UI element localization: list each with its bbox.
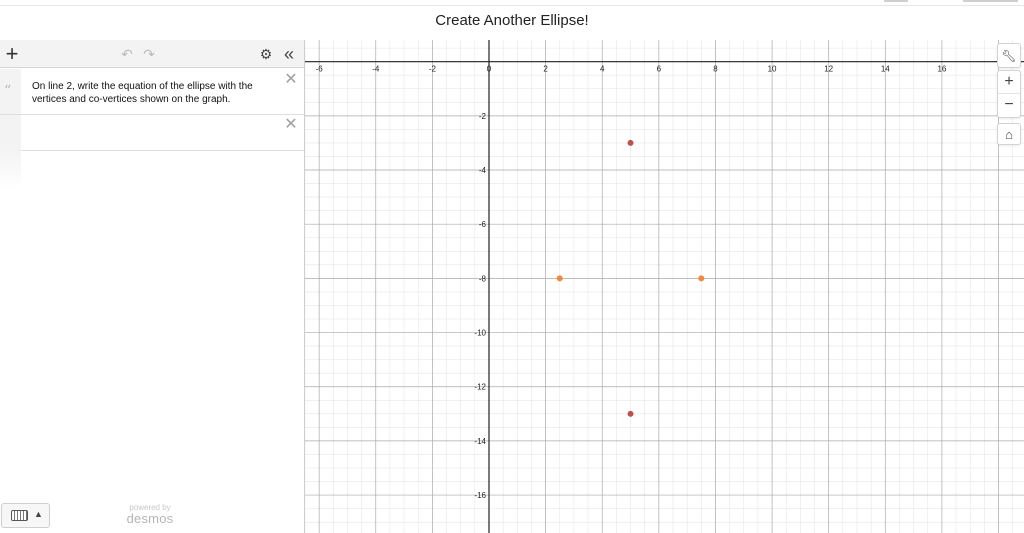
- top-menu-button[interactable]: [884, 0, 908, 2]
- note-quote-icon: “: [4, 83, 12, 99]
- note-text[interactable]: On line 2, write the equation of the ell…: [32, 80, 280, 106]
- expression-toolbar: + ↶ ↷ ⚙ «: [0, 40, 304, 68]
- axes: [305, 40, 1024, 533]
- top-account-button[interactable]: [963, 0, 1018, 2]
- plotted-point: [698, 275, 705, 282]
- x-tick-label: 4: [600, 65, 605, 74]
- desmos-logo[interactable]: desmos: [0, 511, 300, 526]
- x-tick-label: -4: [372, 65, 380, 74]
- desmos-page: { "header": { "title": "Create Another E…: [0, 0, 1024, 533]
- x-tick-label: 0: [487, 65, 492, 74]
- y-tick-label: -14: [474, 437, 486, 446]
- default-viewport-button[interactable]: ⌂: [997, 123, 1021, 145]
- x-tick-label: 14: [881, 65, 890, 74]
- zoom-controls: + −: [997, 70, 1021, 118]
- gutter-fade: [0, 150, 21, 190]
- x-tick-label: 12: [824, 65, 833, 74]
- x-tick-label: 2: [543, 65, 548, 74]
- settings-gear-icon[interactable]: ⚙: [256, 44, 276, 64]
- plotted-point: [556, 275, 563, 282]
- graph-title: Create Another Ellipse!: [435, 12, 589, 29]
- y-tick-label: -8: [479, 274, 487, 283]
- plotted-point: [627, 139, 634, 146]
- minor-gridlines: [305, 40, 1024, 533]
- collapse-panel-icon[interactable]: «: [278, 44, 300, 64]
- x-tick-label: 8: [713, 65, 718, 74]
- plotted-point: [627, 410, 634, 417]
- add-item-button[interactable]: +: [2, 43, 22, 65]
- y-tick-label: -2: [479, 112, 487, 121]
- y-tick-label: -16: [474, 491, 486, 500]
- undo-icon[interactable]: ↶: [118, 44, 136, 64]
- row-gutter: [0, 115, 21, 150]
- redo-icon[interactable]: ↷: [140, 44, 158, 64]
- zoom-in-button[interactable]: +: [998, 71, 1020, 93]
- expression-panel: + ↶ ↷ ⚙ « 1 “ On line 2, write the equat…: [0, 40, 305, 533]
- x-tick-label: 6: [657, 65, 662, 74]
- wrench-icon: 🔧︎: [1001, 49, 1017, 63]
- y-tick-label: -4: [479, 166, 487, 175]
- x-tick-label: -2: [429, 65, 437, 74]
- graph-settings-wrench-icon[interactable]: 🔧︎: [997, 43, 1021, 68]
- tick-labels: -6 -4 -2 0 2 4 6 8 10 12 14 16 -2 -4 -6 -8 -10 -12 -14 -16: [316, 65, 947, 500]
- graph-paper[interactable]: -6 -4 -2 0 2 4 6 8 10 12 14 16 -2 -4 -6 -8 -10 -12 -14 -16: [305, 40, 1024, 533]
- major-gridlines: [305, 40, 1024, 533]
- home-icon: ⌂: [1005, 127, 1013, 142]
- delete-row-icon[interactable]: ✕: [283, 117, 299, 133]
- delete-row-icon[interactable]: ✕: [283, 72, 299, 88]
- top-border: [0, 0, 1024, 6]
- x-tick-label: -6: [316, 65, 324, 74]
- y-tick-label: -10: [474, 329, 486, 338]
- y-tick-label: -6: [479, 220, 487, 229]
- expression-row-note[interactable]: 1 “ On line 2, write the equation of the…: [0, 69, 304, 115]
- expression-row-input[interactable]: 2 ✕: [0, 115, 304, 151]
- zoom-out-button[interactable]: −: [998, 93, 1020, 116]
- x-tick-label: 16: [937, 65, 946, 74]
- y-tick-label: -12: [474, 383, 486, 392]
- x-tick-label: 10: [768, 65, 777, 74]
